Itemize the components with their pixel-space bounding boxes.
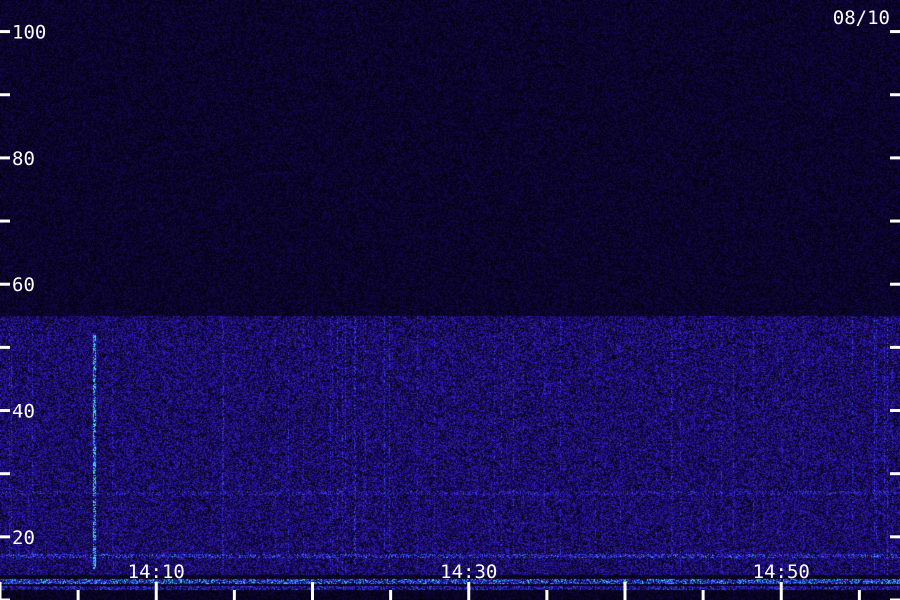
x-tick-label: 14:50: [753, 561, 810, 583]
y-tick-label: 60: [12, 274, 35, 296]
y-tick-label: 40: [12, 401, 35, 423]
axes-overlay: 20 40 60 80 100 14:10 14:30 14:50 08/10: [0, 7, 900, 600]
x-tick-label: 14:10: [128, 561, 185, 583]
date-label: 08/10: [833, 7, 890, 29]
y-tick-label: 100: [12, 22, 46, 44]
tick-group: 20 40 60 80 100 14:10 14:30 14:50: [0, 22, 900, 600]
y-tick-label: 80: [12, 148, 35, 170]
x-tick-label: 14:30: [440, 561, 497, 583]
y-tick-label: 20: [12, 527, 35, 549]
